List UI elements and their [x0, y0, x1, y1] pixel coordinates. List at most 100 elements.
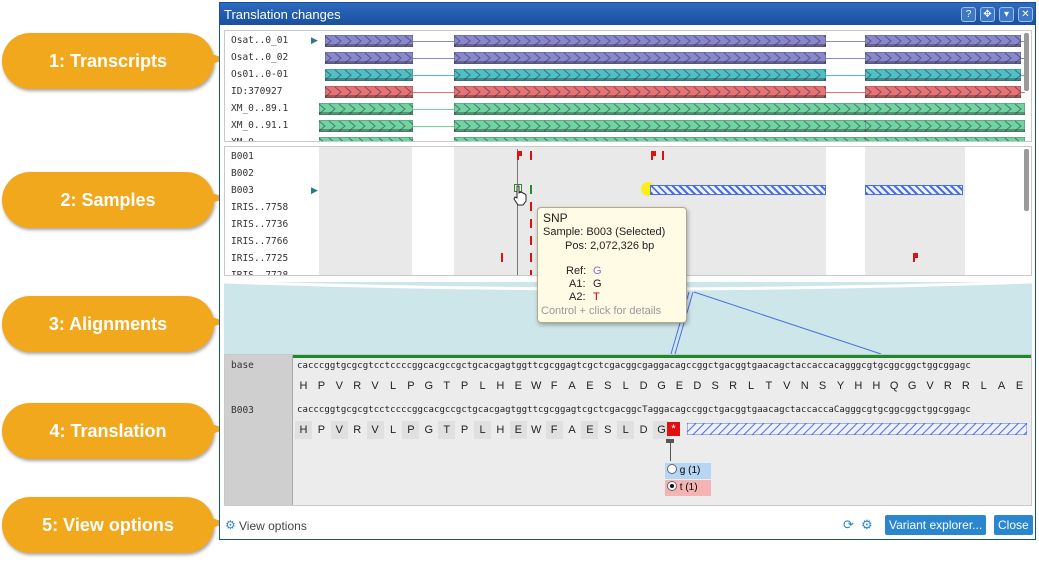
snp-flag — [517, 151, 522, 156]
callout-view-options: 5: View options — [2, 497, 228, 553]
amino-acid: D — [693, 380, 702, 392]
stop-codon[interactable]: * — [667, 422, 680, 436]
sample-label[interactable]: B003 — [231, 185, 254, 196]
exon — [454, 52, 826, 64]
exon — [325, 69, 413, 81]
snp-mark[interactable] — [530, 202, 532, 211]
transcript-label[interactable]: XM_0..89.1 — [231, 103, 288, 114]
snp-flag — [913, 253, 918, 258]
title-bar: Translation changes ? ✥ ▾ ✕ — [220, 3, 1035, 25]
radio-t[interactable] — [667, 481, 677, 491]
amino-acid: D — [639, 380, 648, 392]
sample-label: B003 — [231, 405, 254, 416]
window-title: Translation changes — [224, 7, 341, 22]
variant-explorer-button[interactable]: Variant explorer... — [885, 515, 987, 535]
amino-acid: A — [997, 380, 1006, 392]
tooltip-a1-value: G — [593, 278, 602, 290]
amino-acid: V — [330, 421, 348, 439]
transcript-label[interactable]: Osat..0_02 — [231, 52, 288, 63]
translation-panel[interactable]: base B003 cacccggtgcgcgtcctccccggcacgccg… — [224, 354, 1032, 506]
transcript-label[interactable]: Os01..0-01 — [231, 69, 288, 80]
refresh-icon[interactable]: ⟳ — [843, 517, 854, 533]
exon — [865, 120, 1025, 132]
sample-label[interactable]: IRIS..7728 — [231, 270, 288, 275]
transcript-label[interactable]: XM_0..91.1 — [231, 120, 288, 131]
sample-region — [375, 147, 412, 275]
amino-acid: A — [568, 424, 576, 436]
snp-mark[interactable] — [662, 151, 664, 160]
tooltip-sample: Sample: B003 (Selected) — [543, 226, 666, 238]
transcripts-scrollbar[interactable] — [1024, 33, 1029, 91]
amino-acid: H — [496, 380, 505, 392]
chevron-down-icon[interactable]: ▾ — [999, 7, 1014, 22]
transcript-label[interactable]: XM_0... — [231, 137, 271, 141]
amino-acid: H — [854, 380, 863, 392]
sample-label[interactable]: IRIS..7725 — [231, 253, 288, 264]
tooltip-ref-label: Ref: — [566, 265, 587, 277]
exon — [319, 120, 413, 132]
truncation-hatch — [650, 185, 826, 195]
close-icon[interactable]: ✕ — [1018, 7, 1033, 22]
tooltip-hint: Control + click for details — [541, 305, 662, 317]
amino-acid: P — [407, 380, 415, 392]
callout-text: 1: Transcripts — [48, 50, 168, 71]
amino-acid: L — [389, 424, 397, 436]
snp-mark[interactable] — [530, 185, 532, 194]
truncation-hatch — [865, 185, 963, 195]
allele-option-t[interactable]: t (1) — [665, 480, 711, 496]
amino-acid: D — [639, 424, 648, 436]
amino-acid: L — [389, 380, 397, 392]
view-options-link[interactable]: View options — [239, 519, 307, 533]
transcripts-panel[interactable]: Osat..0_01 ▶ Osat..0_02 Os01..0-01 ID:370927… — [224, 30, 1032, 142]
amino-acid: L — [980, 380, 987, 392]
transcript-label[interactable]: Osat..0_01 — [231, 35, 288, 46]
sample-label[interactable]: IRIS..7766 — [231, 236, 288, 247]
alignment-bar — [293, 355, 1031, 358]
transcript-label[interactable]: ID:370927 — [231, 86, 282, 97]
tooltip-a2-label: A2: — [569, 291, 586, 303]
snp-mark[interactable] — [530, 151, 532, 160]
radio-g[interactable] — [667, 464, 677, 474]
base-label: base — [231, 360, 254, 371]
amino-acid: W — [530, 380, 542, 392]
callout-text: 4: Translation — [49, 420, 167, 441]
amino-acid: Q — [889, 380, 899, 392]
exon — [865, 69, 1021, 81]
allele-option-g[interactable]: g (1) — [665, 463, 711, 479]
samples-scrollbar[interactable] — [1024, 149, 1029, 211]
exon — [865, 52, 1021, 64]
tooltip-ref-value: G — [593, 265, 602, 277]
footer: ⚙ View options ⟳ ⚙ Variant explorer... C… — [220, 511, 1035, 539]
sample-label[interactable]: IRIS..7736 — [231, 219, 288, 230]
amino-acid: H — [295, 421, 312, 439]
gear-icon[interactable]: ⚙ — [225, 518, 236, 532]
amino-acid: L — [617, 421, 635, 439]
snp-mark[interactable] — [530, 236, 532, 245]
sample-label[interactable]: B001 — [231, 151, 254, 162]
maximize-icon[interactable]: ✥ — [980, 7, 995, 22]
help-icon[interactable]: ? — [961, 7, 976, 22]
amino-acid: V — [371, 380, 379, 392]
amino-acid: V — [783, 380, 791, 392]
close-button[interactable]: Close — [994, 515, 1033, 535]
amino-acid: G — [424, 380, 434, 392]
amino-acid: H — [872, 380, 881, 392]
amino-acid: S — [711, 380, 719, 392]
amino-acid: P — [460, 424, 469, 436]
amino-acid: E — [586, 380, 594, 392]
amino-acid: V — [926, 380, 934, 392]
exon — [325, 52, 413, 64]
amino-acid: L — [622, 380, 629, 392]
option-connector-cap — [666, 439, 674, 443]
selected-arrow-icon: ▶ — [311, 35, 318, 45]
tooltip-a1-label: A1: — [569, 278, 586, 290]
snp-mark[interactable] — [530, 219, 532, 228]
sample-label[interactable]: B002 — [231, 168, 254, 179]
snp-mark[interactable] — [501, 253, 503, 262]
amino-acid: E — [514, 380, 522, 392]
snp-mark[interactable] — [530, 270, 532, 275]
settings-icon[interactable]: ⚙ — [861, 517, 873, 533]
snp-mark[interactable] — [530, 253, 532, 262]
sample-label[interactable]: IRIS..7758 — [231, 202, 288, 213]
amino-acid: S — [818, 380, 827, 392]
